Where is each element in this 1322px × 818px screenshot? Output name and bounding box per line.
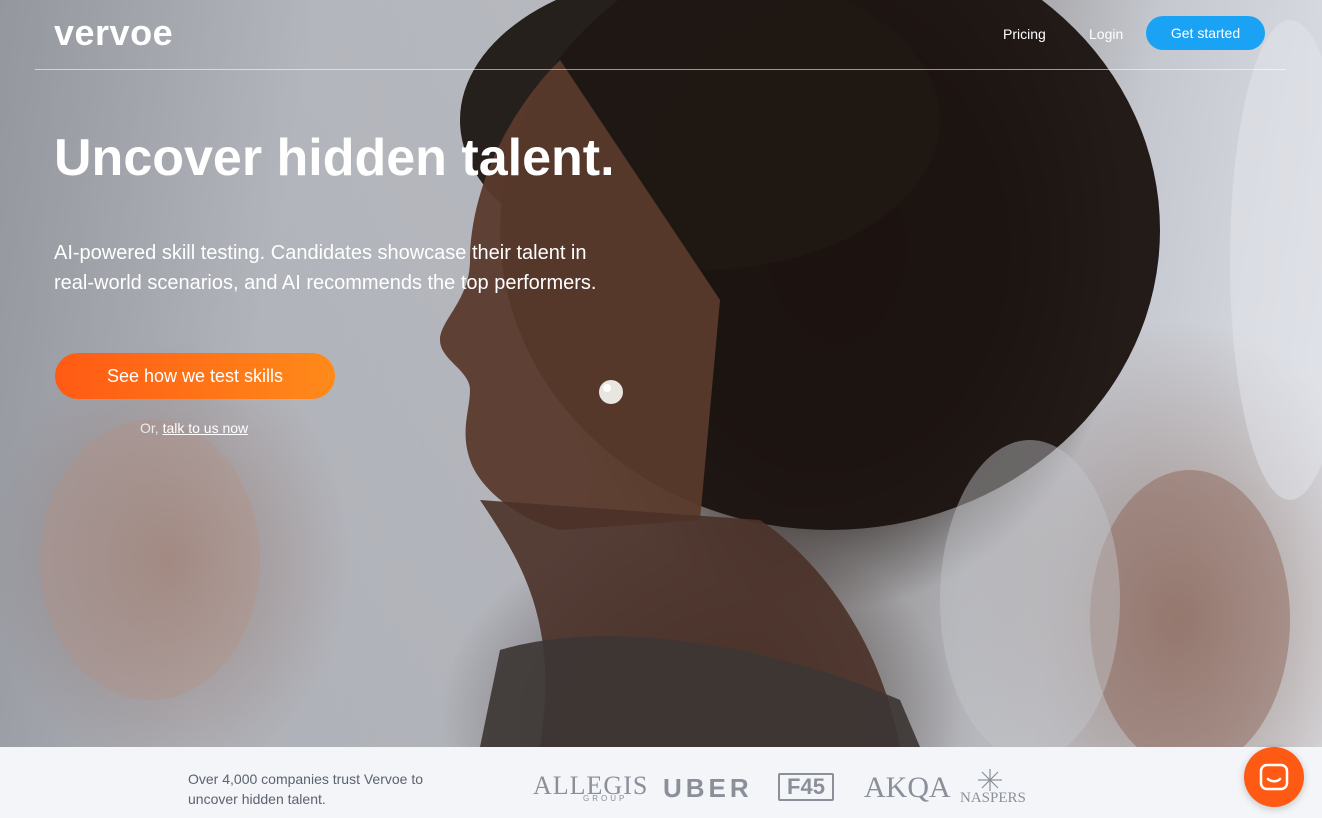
hero-headline: Uncover hidden talent. xyxy=(54,129,615,187)
hero-subtext: AI-powered skill testing. Candidates sho… xyxy=(54,238,694,298)
hero-subtext-line-1: AI-powered skill testing. Candidates sho… xyxy=(54,242,587,264)
top-navigation: vervoe Pricing Login Get started xyxy=(0,0,1322,70)
or-prefix: Or, xyxy=(140,420,159,436)
naspers-burst-icon xyxy=(978,769,1002,791)
chat-launcher-button[interactable] xyxy=(1244,747,1304,807)
nav-divider xyxy=(35,69,1286,70)
trust-text-line-1: Over 4,000 companies trust Vervoe to xyxy=(188,771,424,787)
nav-pricing-link[interactable]: Pricing xyxy=(1003,25,1046,43)
talk-to-us-line: Or, talk to us now xyxy=(140,419,248,437)
uber-logo: UBER xyxy=(663,773,753,803)
f45-logo: F45 xyxy=(778,773,834,801)
trust-bar: Over 4,000 companies trust Vervoe to unc… xyxy=(0,747,1322,818)
hero-subtext-line-2: real-world scenarios, and AI recommends … xyxy=(54,272,597,294)
akqa-logo: AKQA xyxy=(864,771,951,804)
get-started-button[interactable]: Get started xyxy=(1146,16,1265,50)
talk-to-us-link[interactable]: talk to us now xyxy=(163,420,249,436)
see-how-we-test-skills-button[interactable]: See how we test skills xyxy=(55,353,335,399)
naspers-logo: NASPERS xyxy=(960,790,1026,806)
allegis-group-subtext: GROUP xyxy=(583,794,628,803)
trust-text-line-2: uncover hidden talent. xyxy=(188,791,326,807)
vervoe-logo[interactable]: vervoe xyxy=(54,12,173,54)
nav-login-link[interactable]: Login xyxy=(1089,25,1123,43)
trust-text: Over 4,000 companies trust Vervoe to unc… xyxy=(188,769,488,809)
chat-icon xyxy=(1259,763,1289,791)
